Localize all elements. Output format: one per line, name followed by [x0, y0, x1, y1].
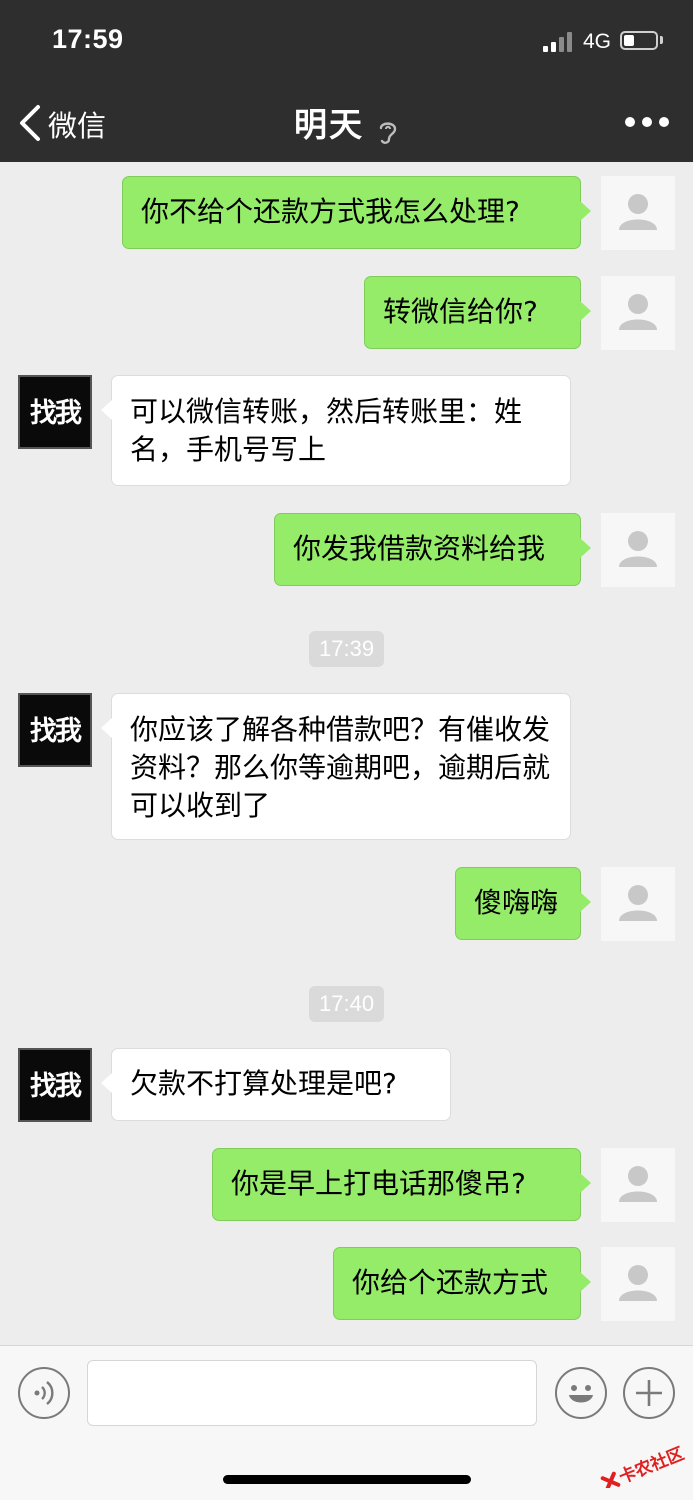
svg-text:卡农社区: 卡农社区 [616, 1443, 687, 1488]
message-bubble[interactable]: 可以微信转账，然后转账里：姓名，手机号写上 [101, 375, 571, 486]
message-bubble[interactable]: 转微信给你? [364, 276, 591, 349]
avatar[interactable] [601, 867, 675, 941]
default-avatar-icon [619, 885, 657, 921]
avatar[interactable] [601, 513, 675, 587]
emoji-button[interactable] [555, 1367, 607, 1419]
message-row: 找我 你应该了解各种借款吧？有催收发资料？那么你等逾期吧，逾期后就可以收到了 [0, 693, 693, 841]
ear-icon [379, 121, 397, 144]
voice-button[interactable] [18, 1367, 70, 1419]
more-icon[interactable] [625, 117, 669, 127]
watermark-logo: 卡农社区 [592, 1418, 692, 1492]
message-row: 你给个还款方式 [0, 1247, 693, 1321]
battery-tip [660, 36, 663, 44]
message-row: 找我 可以微信转账，然后转账里：姓名，手机号写上 [0, 375, 693, 487]
voice-icon [34, 1381, 54, 1405]
avatar[interactable] [601, 276, 675, 350]
message-bubble[interactable]: 你是早上打电话那傻吊? [212, 1148, 591, 1221]
default-avatar-icon [619, 1166, 657, 1202]
chat-list[interactable]: 你不给个还款方式我怎么处理? 转微信给你? 找我 可以微信转账，然后转账里：姓名… [0, 162, 693, 1345]
default-avatar-icon [619, 1265, 657, 1301]
watermark-icon: 卡农社区 [600, 1443, 687, 1492]
plus-icon [636, 1380, 662, 1406]
message-row: 找我 欠款不打算处理是吧? [0, 1048, 693, 1122]
plus-button[interactable] [623, 1367, 675, 1419]
message-row: 你发我借款资料给我 [0, 513, 693, 587]
timestamp: 17:40 [309, 986, 385, 1022]
message-bubble[interactable]: 你应该了解各种借款吧？有催收发资料？那么你等逾期吧，逾期后就可以收到了 [101, 693, 571, 840]
message-bubble[interactable]: 欠款不打算处理是吧? [101, 1048, 451, 1121]
battery-icon [620, 31, 658, 50]
default-avatar-icon [619, 531, 657, 567]
message-row: 你不给个还款方式我怎么处理? [0, 176, 693, 250]
avatar[interactable] [601, 176, 675, 250]
avatar[interactable] [601, 1247, 675, 1321]
message-bubble[interactable]: 你给个还款方式 [333, 1247, 591, 1320]
default-avatar-icon [619, 294, 657, 330]
message-row: 你是早上打电话那傻吊? [0, 1148, 693, 1222]
top-bar: 17:59 4G 微信 明天 [0, 0, 693, 162]
chat-title-bar: 明天 [0, 98, 693, 146]
message-bubble[interactable]: 你发我借款资料给我 [274, 513, 591, 586]
timestamp: 17:39 [309, 631, 385, 667]
avatar[interactable]: 找我 [18, 1048, 92, 1122]
home-indicator [223, 1475, 471, 1484]
emoji-icon [569, 1385, 593, 1403]
message-bubble[interactable]: 傻嗨嗨 [455, 867, 591, 940]
message-input[interactable] [87, 1360, 537, 1426]
status-time: 17:59 [52, 24, 124, 54]
network-label: 4G [583, 30, 612, 53]
avatar[interactable] [601, 1148, 675, 1222]
message-bubble[interactable]: 你不给个还款方式我怎么处理? [122, 176, 591, 249]
avatar[interactable]: 找我 [18, 693, 92, 767]
message-row: 傻嗨嗨 [0, 867, 693, 941]
avatar[interactable]: 找我 [18, 375, 92, 449]
signal-icon [543, 30, 577, 52]
chat-title: 明天 [293, 105, 364, 144]
message-row: 转微信给你? [0, 276, 693, 350]
default-avatar-icon [619, 194, 657, 230]
